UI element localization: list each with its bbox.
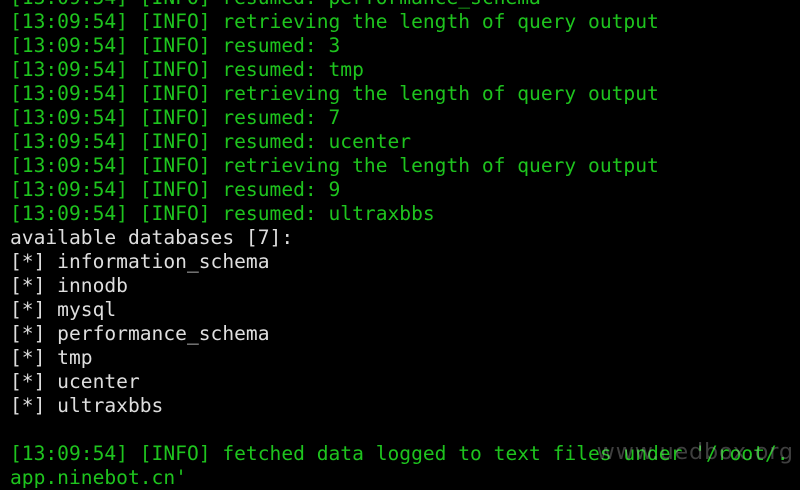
terminal-line: [13:09:54] [INFO] retrieving the length … — [10, 154, 659, 177]
terminal-line: [*] performance_schema — [10, 322, 270, 345]
terminal-line: [13:09:54] [INFO] resumed: performance_s… — [10, 0, 800, 10]
terminal-line: [13:09:54] [INFO] resumed: 3 — [10, 34, 341, 57]
terminal-line: [13:09:54] [INFO] resumed: ultraxbbs — [10, 202, 435, 225]
watermark-text: www.uedbox.org — [596, 440, 794, 465]
terminal-line: [13:09:54] [INFO] resumed: 9 — [10, 178, 341, 201]
terminal-line: [13:09:54] [INFO] resumed: 7 — [10, 106, 341, 129]
terminal-line: [13:09:54] [INFO] retrieving the length … — [10, 10, 659, 33]
terminal-line: [*] mysql — [10, 298, 117, 321]
terminal-line: app.ninebot.cn' — [10, 466, 187, 489]
terminal-output: [13:09:54] [INFO] resumed: performance_s… — [10, 0, 800, 490]
terminal-line: [13:09:54] [INFO] retrieving the length … — [10, 82, 659, 105]
terminal-line: [*] ultraxbbs — [10, 394, 164, 417]
terminal-line: [13:09:54] [INFO] resumed: ucenter — [10, 130, 412, 153]
terminal-line: [*] tmp — [10, 346, 93, 369]
terminal-line: available databases [7]: — [10, 226, 294, 249]
terminal-line: [*] innodb — [10, 274, 128, 297]
terminal-line: [*] ucenter — [10, 370, 140, 393]
terminal-line: [*] information_schema — [10, 250, 270, 273]
terminal-line: [13:09:54] [INFO] resumed: tmp — [10, 58, 364, 81]
